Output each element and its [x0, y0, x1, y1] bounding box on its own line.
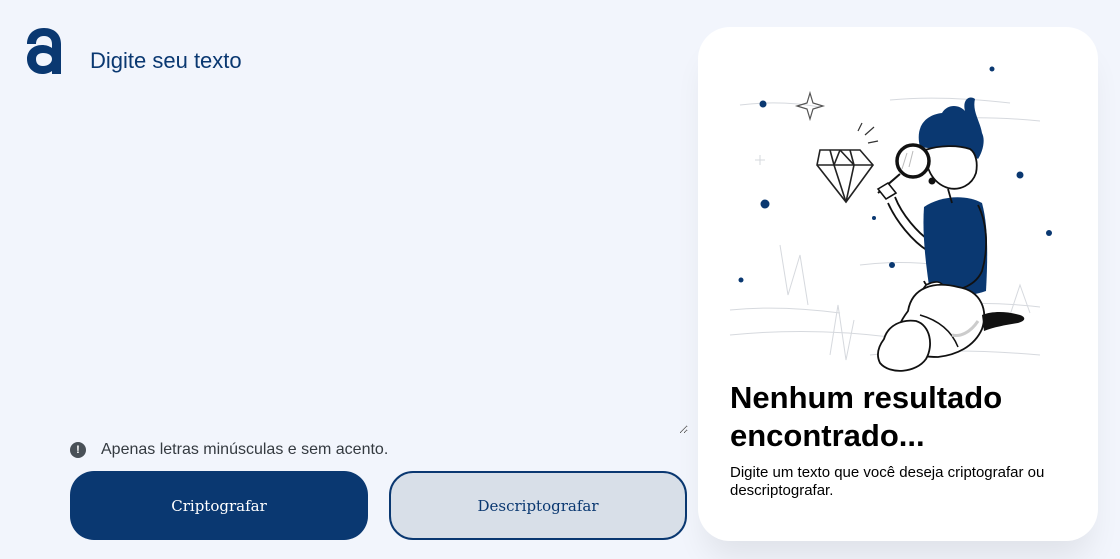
text-input[interactable]: [88, 44, 688, 434]
result-title: Nenhum resultado encontrado...: [730, 380, 1003, 453]
encrypt-button[interactable]: Criptografar: [70, 471, 368, 540]
app-root: ! Apenas letras minúsculas e sem acento.…: [0, 0, 1120, 559]
result-panel: Nenhum resultado encontrado... Digite um…: [698, 27, 1098, 541]
exclamation-circle-icon: !: [70, 442, 86, 458]
input-hint: ! Apenas letras minúsculas e sem acento.: [70, 441, 388, 459]
alura-logo-icon: [27, 28, 61, 74]
result-description: Digite um texto que você deseja criptogr…: [730, 464, 1045, 499]
person-with-magnifier-illustration: [729, 66, 1052, 372]
decrypt-button[interactable]: Descriptografar: [389, 471, 687, 540]
hint-text: Apenas letras minúsculas e sem acento.: [101, 441, 389, 458]
